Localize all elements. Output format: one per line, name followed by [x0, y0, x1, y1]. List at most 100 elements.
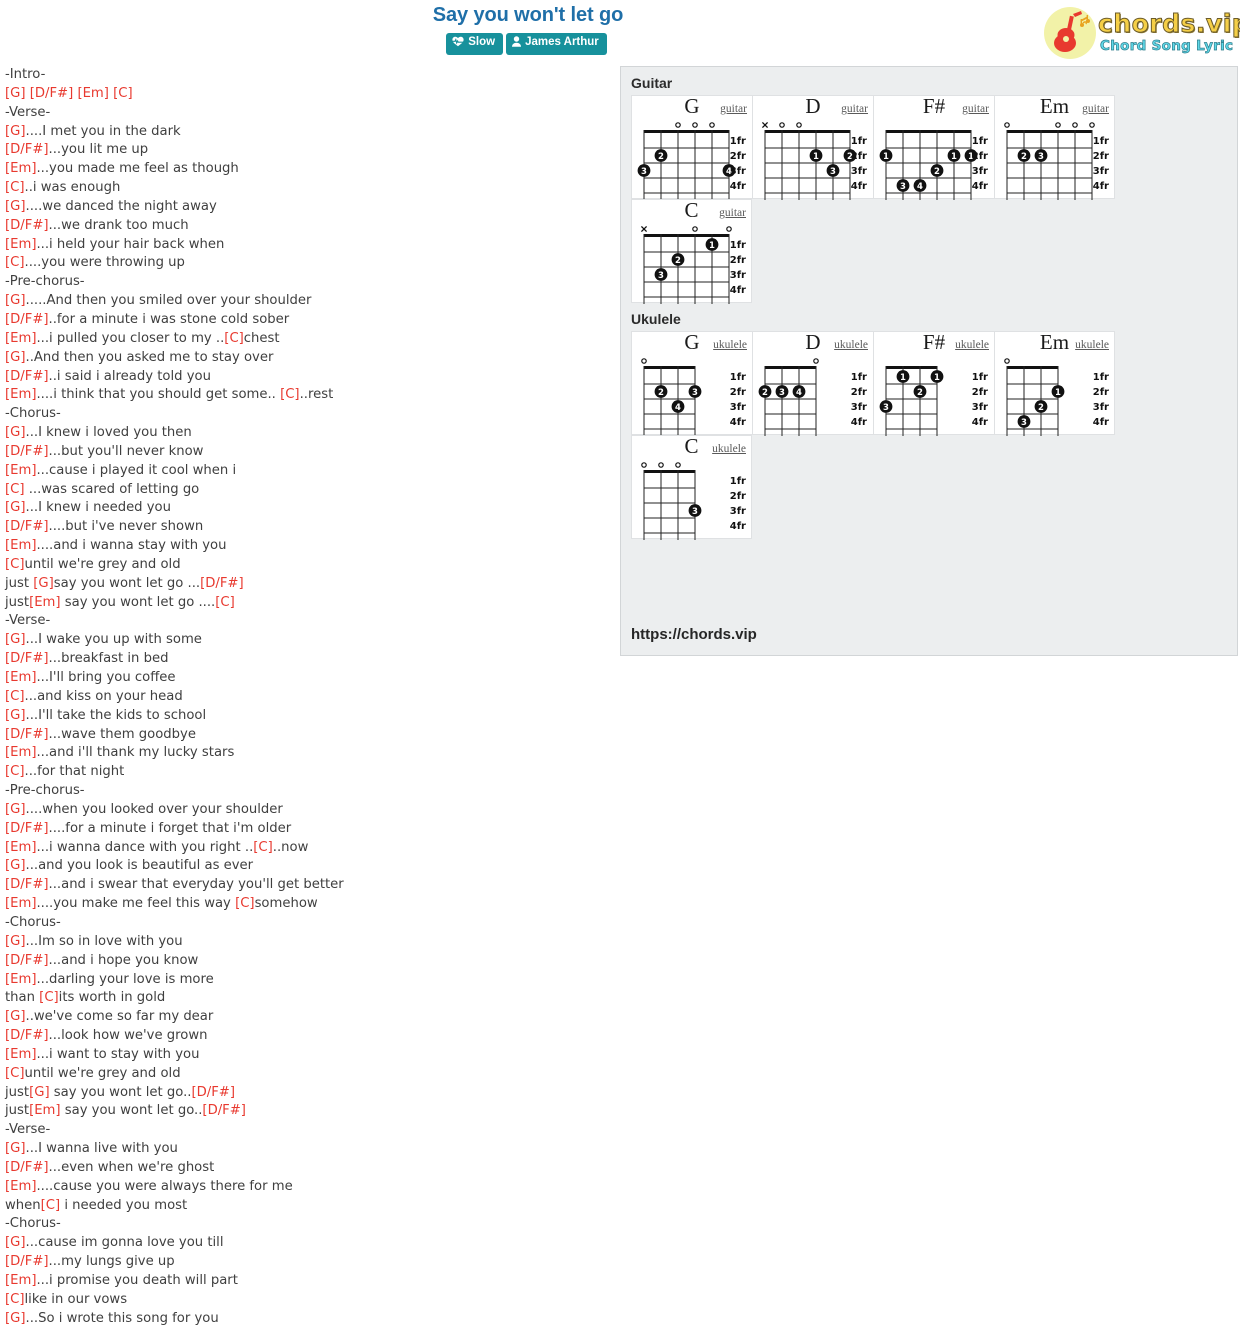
chord-token[interactable]: [Em] — [5, 387, 36, 402]
instrument-label[interactable]: guitar — [720, 103, 747, 115]
chord-card-guitar-F#[interactable]: F# guitar 1 1 1 2 3 4 1fr 2fr 3fr 4fr — [873, 94, 994, 200]
chord-token[interactable]: [D/F#] — [5, 142, 49, 157]
chord-token[interactable]: [G] — [5, 293, 26, 308]
chord-token[interactable]: [Em] — [5, 538, 36, 553]
chord-token[interactable]: [C] — [5, 482, 25, 497]
chord-token[interactable]: [D/F#] — [5, 953, 49, 968]
chord-token[interactable]: [C] — [235, 896, 255, 911]
chord-token[interactable]: [D/F#] — [5, 1028, 49, 1043]
artist-badge[interactable]: James Arthur — [506, 33, 607, 55]
chord-token[interactable]: [Em] — [5, 745, 36, 760]
chord-token[interactable]: [D/F#] — [5, 1160, 49, 1175]
chord-token[interactable]: [Em] — [5, 670, 36, 685]
chord-token[interactable]: [C] — [5, 764, 25, 779]
svg-text:3: 3 — [692, 507, 698, 517]
site-logo[interactable]: chords.vip Chord Song Lyric — [1040, 5, 1240, 61]
instrument-label[interactable]: ukulele — [1075, 339, 1109, 351]
chord-token[interactable]: [C] — [113, 86, 133, 101]
panel-url: https://chords.vip — [631, 626, 757, 643]
chord-token[interactable]: [Em] — [77, 86, 108, 101]
chord-token[interactable]: [Em] — [5, 463, 36, 478]
instrument-label[interactable]: guitar — [841, 103, 868, 115]
chord-token[interactable]: [Em] — [5, 161, 36, 176]
svg-text:3: 3 — [830, 167, 836, 177]
instrument-label[interactable]: ukulele — [834, 339, 868, 351]
chord-token[interactable]: [C] — [215, 595, 235, 610]
chord-token[interactable]: [G] — [5, 199, 26, 214]
chord-token[interactable]: [G] — [5, 350, 26, 365]
instrument-label[interactable]: ukulele — [712, 443, 746, 455]
chord-token[interactable]: [C] — [41, 1198, 61, 1213]
chord-token[interactable]: [G] — [5, 425, 26, 440]
chord-token[interactable]: [C] — [39, 990, 59, 1005]
chord-token[interactable]: [D/F#] — [5, 444, 49, 459]
chord-token[interactable]: [C] — [5, 255, 25, 270]
chord-card-ukulele-C[interactable]: Cukulele 3 1fr 2fr 3fr 4fr — [631, 434, 752, 540]
chord-token[interactable]: [D/F#] — [5, 369, 49, 384]
instrument-label[interactable]: guitar — [1082, 103, 1109, 115]
chord-token[interactable]: [D/F#] — [5, 218, 49, 233]
chord-token[interactable]: [C] — [280, 387, 300, 402]
tempo-badge[interactable]: Slow — [446, 33, 504, 55]
chord-token[interactable]: [G] — [5, 708, 26, 723]
chord-token[interactable]: [C] — [5, 180, 25, 195]
chord-token[interactable]: [D/F#] — [5, 727, 49, 742]
svg-text:1fr: 1fr — [851, 372, 867, 383]
chord-token[interactable]: [G] — [5, 124, 26, 139]
chord-token[interactable]: [G] — [5, 1141, 26, 1156]
chord-token[interactable]: [G] — [5, 802, 26, 817]
chord-card-guitar-G[interactable]: Gguitar 2 3 4 1fr 2fr 3fr 4fr — [631, 94, 752, 200]
instrument-label[interactable]: guitar — [719, 207, 746, 219]
chord-token[interactable]: [G] — [5, 1009, 26, 1024]
chord-token[interactable]: [D/F#] — [202, 1103, 246, 1118]
chord-token[interactable]: [Em] — [5, 972, 36, 987]
chord-token[interactable]: [Em] — [29, 595, 60, 610]
chord-token[interactable]: [D/F#] — [5, 312, 49, 327]
chord-token[interactable]: [C] — [5, 1066, 25, 1081]
instrument-label[interactable]: ukulele — [955, 339, 989, 351]
chord-card-guitar-Em[interactable]: Em guitar 2 3 1fr 2fr 3fr 4fr — [994, 94, 1115, 200]
chord-token[interactable]: [D/F#] — [191, 1085, 235, 1100]
chord-token[interactable]: [D/F#] — [5, 877, 49, 892]
chord-token[interactable]: [D/F#] — [5, 519, 49, 534]
chord-token[interactable]: [C] — [5, 689, 25, 704]
chord-token[interactable]: [G] — [33, 576, 54, 591]
chord-token[interactable]: [G] — [5, 858, 26, 873]
chord-token[interactable]: [Em] — [5, 896, 36, 911]
chord-token[interactable]: [Em] — [5, 1047, 36, 1062]
chord-token[interactable]: [C] — [5, 1292, 25, 1307]
chord-token[interactable]: [D/F#] — [5, 1254, 49, 1269]
chord-token[interactable]: [Em] — [5, 1179, 36, 1194]
chord-diagram: 2341fr2fr3fr4fr — [758, 358, 867, 436]
chord-token[interactable]: [G] — [5, 500, 26, 515]
chord-token[interactable]: [D/F#] — [30, 86, 74, 101]
chord-card-guitar-D[interactable]: Dguitar 1 2 3 1fr 2fr 3fr 4fr — [752, 94, 873, 200]
chord-token[interactable]: [G] — [5, 632, 26, 647]
chord-card-ukulele-Em[interactable]: Em ukulele 1 2 3 1fr 2fr 3fr 4fr — [994, 330, 1115, 436]
chord-token[interactable]: [Em] — [5, 237, 36, 252]
svg-text:1fr: 1fr — [730, 240, 746, 251]
chord-token[interactable]: [G] — [5, 934, 26, 949]
chord-token[interactable]: [G] — [5, 86, 26, 101]
chord-token[interactable]: [Em] — [5, 840, 36, 855]
chord-card-ukulele-G[interactable]: Gukulele 2 3 4 1fr 2fr 3fr 4fr — [631, 330, 752, 436]
chord-card-guitar-C[interactable]: Cguitar 1 2 3 1fr 2fr 3fr 4fr — [631, 198, 752, 304]
chord-token[interactable]: [D/F#] — [5, 821, 49, 836]
chord-token[interactable]: [G] — [5, 1311, 26, 1326]
chord-token[interactable]: [C] — [224, 331, 244, 346]
instrument-label[interactable]: guitar — [962, 103, 989, 115]
chord-diagram: 2341fr2fr3fr4fr — [637, 122, 746, 200]
badge-row: Slow James Arthur — [0, 33, 1056, 55]
chord-token[interactable]: [D/F#] — [200, 576, 244, 591]
chord-token[interactable]: [C] — [253, 840, 273, 855]
chord-token[interactable]: [Em] — [5, 1273, 36, 1288]
instrument-label[interactable]: ukulele — [713, 339, 747, 351]
chord-token[interactable]: [D/F#] — [5, 651, 49, 666]
chord-token[interactable]: [G] — [5, 1235, 26, 1250]
chord-token[interactable]: [Em] — [29, 1103, 60, 1118]
chord-token[interactable]: [G] — [29, 1085, 50, 1100]
chord-token[interactable]: [C] — [5, 557, 25, 572]
chord-card-ukulele-F#[interactable]: F# ukulele 1 1 2 3 1fr 2fr 3fr 4fr — [873, 330, 994, 436]
chord-card-ukulele-D[interactable]: Dukulele 2 3 4 1fr 2fr 3fr 4fr — [752, 330, 873, 436]
chord-token[interactable]: [Em] — [5, 331, 36, 346]
